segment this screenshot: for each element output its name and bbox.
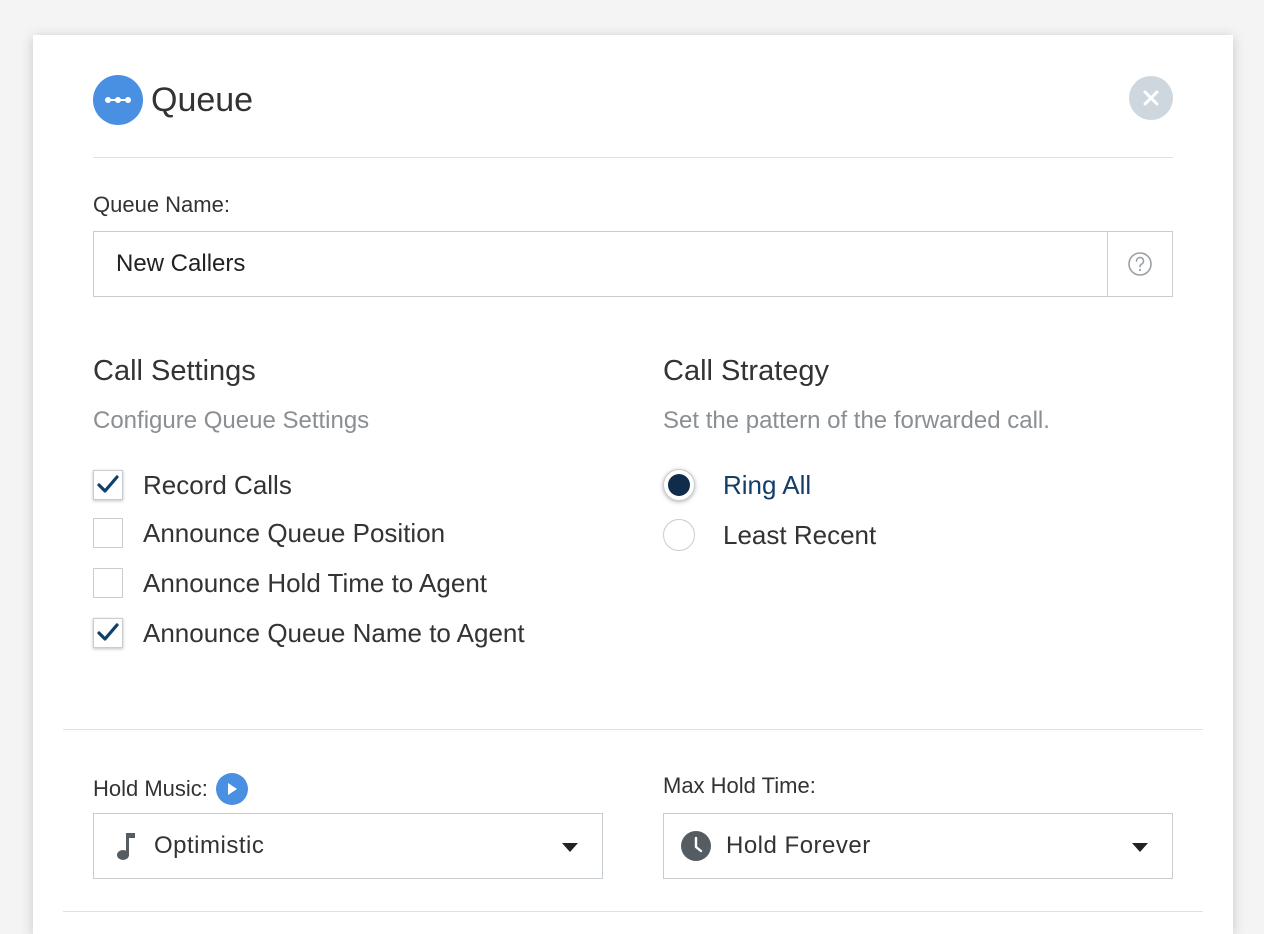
header-divider bbox=[93, 157, 1173, 158]
radio-ring-all[interactable]: Ring All bbox=[663, 468, 811, 502]
checkbox-announce-hold-time[interactable]: Announce Hold Time to Agent bbox=[93, 567, 487, 599]
hold-music-select[interactable]: Optimistic bbox=[93, 813, 603, 879]
checkbox-announce-queue-position[interactable]: Announce Queue Position bbox=[93, 517, 445, 549]
dialog-header: Queue bbox=[93, 75, 253, 125]
call-strategy-title: Call Strategy bbox=[663, 355, 830, 387]
radio-button[interactable] bbox=[663, 469, 695, 501]
checkbox-label: Announce Queue Name to Agent bbox=[143, 617, 525, 648]
clock-icon bbox=[681, 831, 711, 861]
play-icon[interactable] bbox=[215, 773, 248, 805]
call-strategy-subtitle: Set the pattern of the forwarded call. bbox=[663, 407, 1050, 434]
help-button[interactable] bbox=[1107, 232, 1172, 296]
checkbox-box[interactable] bbox=[93, 470, 123, 500]
queue-name-input[interactable] bbox=[94, 232, 1107, 296]
section-divider bbox=[63, 729, 1203, 730]
queue-name-field bbox=[93, 231, 1173, 297]
chevron-down-icon bbox=[562, 843, 578, 852]
help-icon bbox=[1128, 252, 1152, 276]
max-hold-time-value: Hold Forever bbox=[726, 832, 871, 859]
checkbox-box[interactable] bbox=[93, 568, 123, 598]
checkbox-record-calls[interactable]: Record Calls bbox=[93, 469, 292, 501]
call-settings-title: Call Settings bbox=[93, 355, 256, 387]
close-button[interactable] bbox=[1129, 76, 1173, 120]
radio-least-recent[interactable]: Least Recent bbox=[663, 518, 876, 552]
checkbox-box[interactable] bbox=[93, 618, 123, 648]
checkbox-box[interactable] bbox=[93, 518, 123, 548]
hold-music-value: Optimistic bbox=[154, 832, 265, 859]
footer-divider bbox=[63, 911, 1203, 912]
max-hold-time-select[interactable]: Hold Forever bbox=[663, 813, 1173, 879]
radio-button[interactable] bbox=[663, 519, 695, 551]
radio-selected-dot bbox=[668, 474, 690, 496]
dialog-title: Queue bbox=[151, 80, 254, 119]
checkmark-icon bbox=[97, 475, 119, 493]
checkbox-label: Announce Queue Position bbox=[143, 517, 446, 548]
checkmark-icon bbox=[97, 623, 119, 641]
hold-music-label: Hold Music: bbox=[93, 776, 208, 801]
checkbox-label: Announce Hold Time to Agent bbox=[143, 567, 488, 598]
queue-icon bbox=[93, 75, 143, 125]
radio-label: Ring All bbox=[723, 469, 812, 500]
queue-dialog: Queue Queue Name: Call Settings Configur… bbox=[33, 35, 1233, 934]
call-settings-subtitle: Configure Queue Settings bbox=[93, 407, 370, 434]
music-note-icon bbox=[117, 833, 135, 860]
queue-name-label: Queue Name: bbox=[93, 192, 230, 217]
close-icon bbox=[1143, 90, 1159, 106]
radio-label: Least Recent bbox=[723, 519, 877, 550]
max-hold-time-label: Max Hold Time: bbox=[663, 773, 816, 798]
hold-music-label-row: Hold Music: bbox=[93, 773, 248, 805]
checkbox-label: Record Calls bbox=[143, 469, 292, 500]
checkbox-announce-queue-name[interactable]: Announce Queue Name to Agent bbox=[93, 617, 525, 649]
chevron-down-icon bbox=[1132, 843, 1148, 852]
